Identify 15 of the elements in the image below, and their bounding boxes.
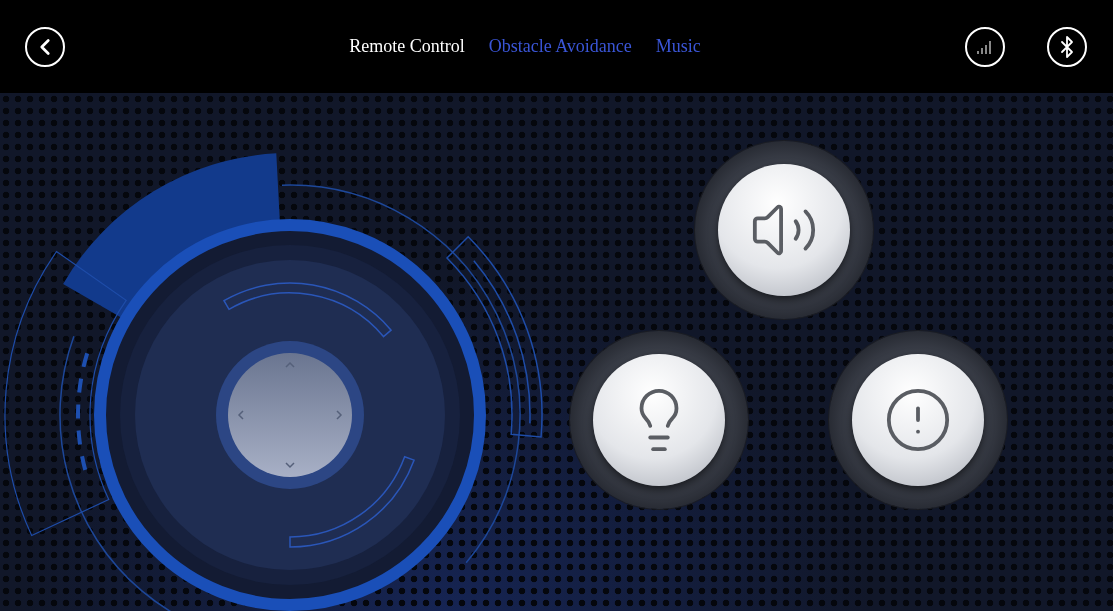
chevron-left-icon [237,410,244,420]
chevron-right-icon [336,410,343,420]
nav-tab[interactable]: Remote Control [349,34,465,59]
chevron-down-icon [285,462,295,469]
back-button[interactable] [25,26,65,67]
signal-bars-icon [976,39,994,54]
nav-tab[interactable]: Obstacle Avoidance [488,34,632,59]
signal-button[interactable] [965,26,1005,67]
round-button[interactable] [593,354,725,486]
joystick-knob[interactable] [228,353,352,477]
bluetooth-button[interactable] [1047,26,1087,67]
round-button[interactable] [852,354,984,486]
chevron-up-icon [285,361,295,368]
nav-tab[interactable]: Music [655,34,701,59]
round-button[interactable] [718,164,850,296]
